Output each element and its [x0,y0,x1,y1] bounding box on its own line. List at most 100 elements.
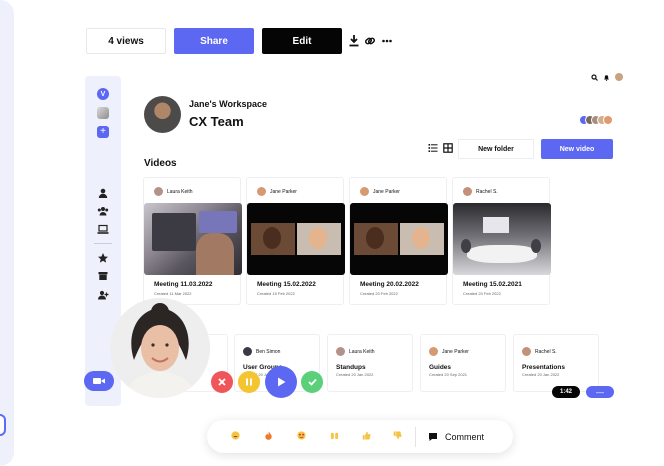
archive-icon[interactable] [96,269,110,283]
video-title: Meeting 11.03.2022 [154,281,213,288]
author-name: Laura Keith [349,348,375,355]
webcam-preview[interactable] [110,298,210,398]
recording-timer: 1:42 [552,386,580,398]
pause-button[interactable] [238,371,260,393]
link-icon[interactable] [364,34,376,48]
card-author: Ben Simon [243,347,280,356]
more-icon[interactable] [381,34,393,48]
author-avatar [429,347,438,356]
author-avatar [257,187,266,196]
folder-title: Guides [429,364,452,371]
profile-avatar[interactable] [615,73,623,81]
edit-button[interactable]: Edit [262,28,342,54]
card-author: Laura Keith [154,187,193,196]
video-card[interactable]: Jane Parker Meeting 15.02.2022 Created 1… [246,177,345,305]
thumbs-up-emoji-icon[interactable] [362,431,371,440]
video-title: Meeting 20.02.2022 [360,281,419,288]
video-date: Created 20 Feb 2022 [360,291,398,296]
author-name: Jane Parker [442,348,469,355]
video-date: Created 11 Mar 2022 [154,291,192,296]
check-icon [307,378,317,386]
author-avatar [360,187,369,196]
views-button[interactable]: 4 views [86,28,166,54]
person-portrait [110,298,210,398]
folder-card[interactable]: Rachel S. Presentations Created 20 Jan 2… [513,334,599,392]
user-icon[interactable] [96,186,110,200]
author-name: Rachel S. [535,348,557,355]
star-icon[interactable] [96,251,110,265]
add-user-icon[interactable] [96,288,110,302]
member-avatar[interactable] [603,115,613,125]
sidebar-divider [94,243,112,244]
add-workspace-icon[interactable]: + [96,125,110,139]
camera-toggle-button[interactable] [84,371,114,391]
pause-icon [246,378,252,386]
card-author: Rachel S. [522,347,557,356]
author-avatar [336,347,345,356]
folder-card[interactable]: Laura Keith Standups Created 20 Jan 2022 [327,334,413,392]
card-author: Rachel S. [463,187,498,196]
grin-emoji-icon[interactable] [231,431,240,440]
comment-button[interactable]: Comment [445,432,484,442]
heart-eyes-emoji-icon[interactable] [297,431,306,440]
fire-emoji-icon[interactable] [264,431,273,440]
team-title: CX Team [189,114,244,129]
author-avatar [463,187,472,196]
list-view-icon[interactable] [428,143,438,153]
author-avatar [243,347,252,356]
search-icon[interactable] [591,74,598,81]
folder-card[interactable]: Jane Parker Guides Created 20 Sep 2021 [420,334,506,392]
video-date: Created 20 Feb 2022 [463,291,501,296]
team-icon[interactable] [96,204,110,218]
folder-date: Created 20 Sep 2021 [429,372,468,377]
comment-icon[interactable] [428,432,438,442]
play-button[interactable] [265,366,297,398]
card-author: Jane Parker [429,347,469,356]
scroll-indicator[interactable] [0,414,6,436]
camera-icon [93,378,105,384]
folder-title: Presentations [522,364,565,371]
video-card[interactable]: Rachel S. Meeting 15.02.2021 Created 20 … [452,177,551,305]
author-name: Jane Parker [373,188,400,195]
confirm-button[interactable] [301,371,323,393]
grid-view-icon[interactable] [443,143,453,153]
card-author: Jane Parker [360,187,400,196]
video-thumbnail[interactable] [350,203,448,275]
author-name: Ben Simon [256,348,281,355]
card-author: Laura Keith [336,347,375,356]
author-name: Jane Parker [270,188,297,195]
card-author: Jane Parker [257,187,297,196]
video-date: Created 15 Feb 2022 [257,291,295,296]
video-title: Meeting 15.02.2021 [463,281,522,288]
thumbs-down-emoji-icon[interactable] [393,431,402,440]
reaction-bar: Comment [207,420,513,453]
close-icon [218,378,226,386]
folder-date: Created 20 Jan 2022 [336,372,374,377]
video-thumbnail[interactable] [144,203,242,275]
download-icon[interactable] [348,34,360,48]
folder-title: Standups [336,364,366,371]
raised-hands-emoji-icon[interactable] [330,431,339,440]
author-avatar [154,187,163,196]
delete-recording-button[interactable] [211,371,233,393]
video-card[interactable]: Laura Keith Meeting 11.03.2022 Created 1… [143,177,242,305]
left-rail [0,0,14,466]
author-name: Laura Keith [167,188,193,195]
workspace-name: Jane's Workspace [189,99,268,109]
play-icon [278,377,286,387]
folder-date: Created 20 Jan 2022 [522,372,560,377]
video-thumbnail[interactable] [453,203,551,275]
bell-icon[interactable] [603,74,610,81]
video-card[interactable]: Jane Parker Meeting 20.02.2022 Created 2… [349,177,448,305]
video-thumbnail[interactable] [247,203,345,275]
workspace-avatar [144,96,181,133]
workspace-thumb-icon[interactable] [96,106,110,120]
section-title: Videos [144,158,177,169]
new-folder-button[interactable]: New folder [458,139,534,159]
collapse-button[interactable]: — [586,386,614,398]
share-button[interactable]: Share [174,28,254,54]
author-avatar [522,347,531,356]
workspace-v-icon[interactable]: V [96,87,110,101]
laptop-icon[interactable] [96,222,110,236]
new-video-button[interactable]: New video [541,139,613,159]
